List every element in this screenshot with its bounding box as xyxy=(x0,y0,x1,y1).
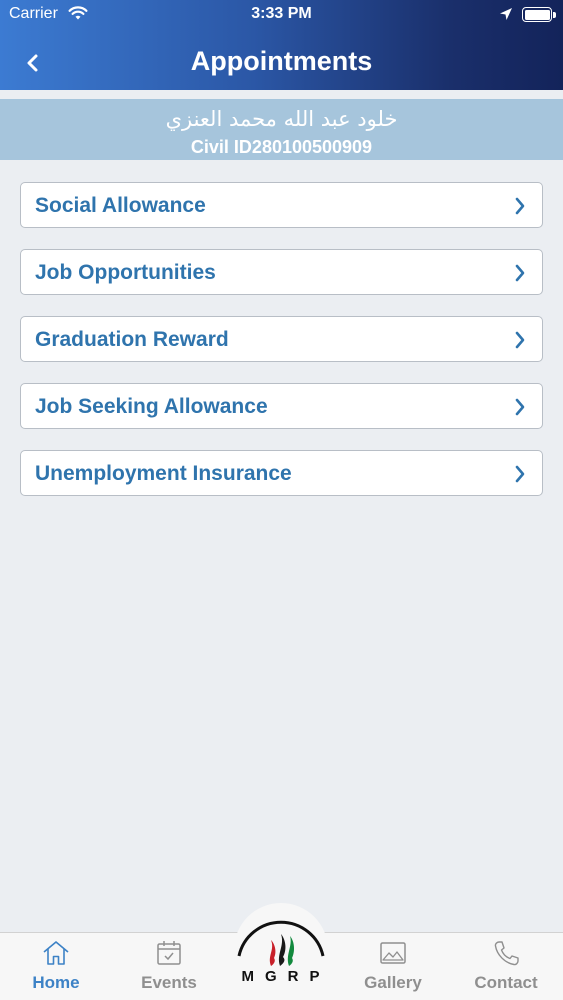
chevron-right-icon xyxy=(515,398,525,416)
tab-home[interactable]: Home xyxy=(0,933,112,1000)
menu-item-label: Graduation Reward xyxy=(35,328,229,351)
chevron-right-icon xyxy=(515,264,525,282)
mgrp-logo-letters: MGRP xyxy=(241,968,331,985)
location-arrow-icon xyxy=(500,8,512,20)
tab-contact[interactable]: Contact xyxy=(450,933,562,1000)
tab-label: Gallery xyxy=(364,973,422,992)
menu-item-label: Job Seeking Allowance xyxy=(35,395,268,418)
menu-item-social-allowance[interactable]: Social Allowance xyxy=(20,182,543,228)
tab-gallery[interactable]: Gallery xyxy=(337,933,449,1000)
chevron-right-icon xyxy=(515,197,525,215)
tab-label: Home xyxy=(32,973,80,992)
home-icon xyxy=(43,941,69,965)
mgrp-logo-icon xyxy=(234,903,328,997)
tab-label: Events xyxy=(141,973,197,992)
user-name: خلود عبد الله محمد العنزي xyxy=(165,107,398,131)
tab-label: Contact xyxy=(474,973,538,992)
app-header: Carrier 3:33 PM Appointments xyxy=(0,0,563,90)
page-title: Appointments xyxy=(190,46,373,76)
calendar-icon xyxy=(157,941,181,965)
mgrp-logo-button[interactable]: MGRP xyxy=(231,900,331,1000)
menu-item-label: Unemployment Insurance xyxy=(35,462,292,485)
menu-item-graduation-reward[interactable]: Graduation Reward xyxy=(20,316,543,362)
chevron-right-icon xyxy=(515,331,525,349)
battery-cap xyxy=(553,12,556,18)
menu-item-job-opportunities[interactable]: Job Opportunities xyxy=(20,249,543,295)
user-info-band: خلود عبد الله محمد العنزي Civil ID280100… xyxy=(0,99,563,160)
phone-icon xyxy=(494,941,519,966)
chevron-right-icon xyxy=(515,465,525,483)
civil-id: Civil ID280100500909 xyxy=(190,137,373,157)
battery-icon xyxy=(522,7,552,22)
status-bar: Carrier 3:33 PM xyxy=(0,0,563,30)
menu-item-label: Social Allowance xyxy=(35,194,206,217)
menu-item-label: Job Opportunities xyxy=(35,261,216,284)
picture-icon xyxy=(380,942,406,964)
tab-events[interactable]: Events xyxy=(113,933,225,1000)
status-time: 3:33 PM xyxy=(251,5,312,22)
menu-item-job-seeking-allowance[interactable]: Job Seeking Allowance xyxy=(20,383,543,429)
menu-item-unemployment-insurance[interactable]: Unemployment Insurance xyxy=(20,450,543,496)
